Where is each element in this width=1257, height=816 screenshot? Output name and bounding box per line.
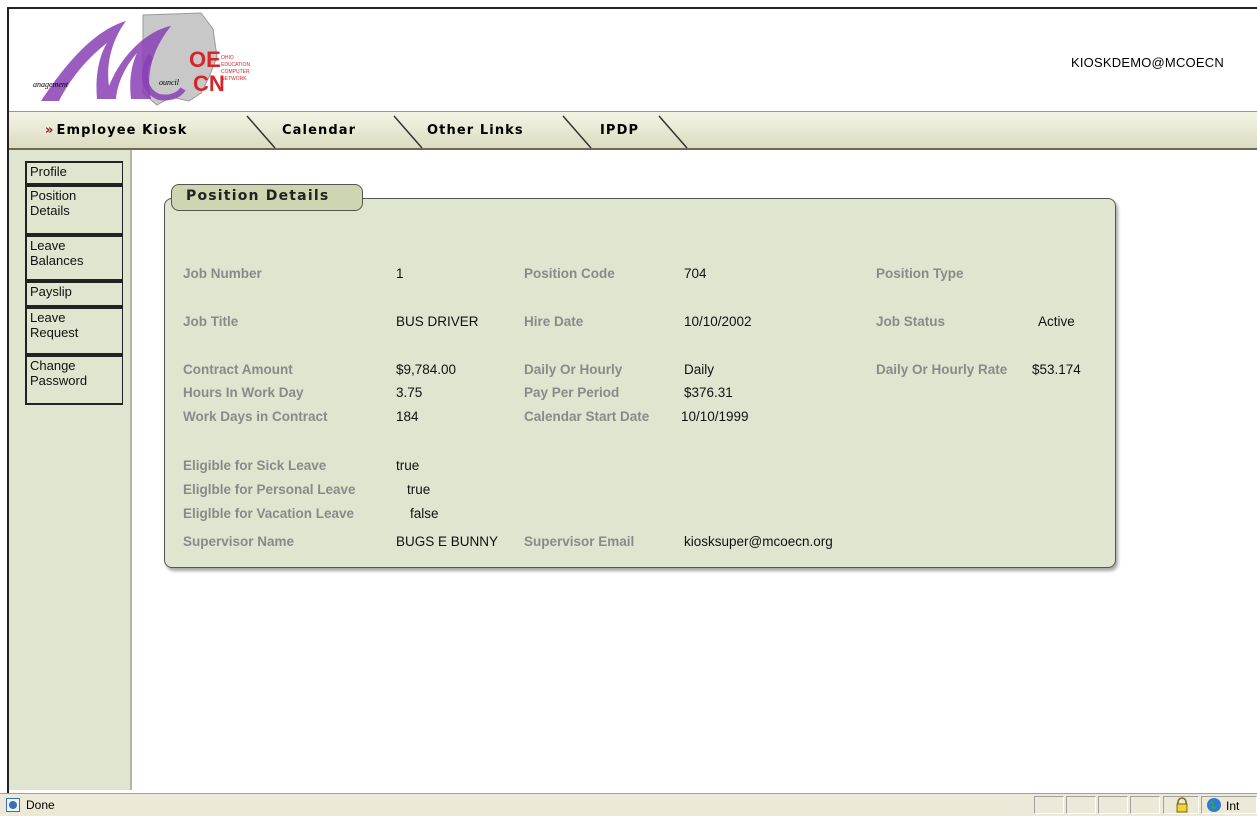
main-nav: » Employee Kiosk Calendar Other Links IP… (9, 111, 1257, 150)
pay-per-period-label: Pay Per Period (524, 385, 620, 400)
logo-oecn-line-2: EDUCATION (221, 62, 250, 68)
sidebar-item-position-details[interactable]: Position Details (25, 185, 123, 235)
sidebar-item-profile[interactable]: Profile (25, 161, 123, 185)
panel-title: Position Details (171, 184, 363, 211)
status-cell (1130, 796, 1160, 814)
position-type-label: Position Type (876, 266, 964, 281)
job-title-value: BUS DRIVER (396, 314, 479, 329)
status-cell (1066, 796, 1096, 814)
hours-label: Hours In Work Day (183, 385, 304, 400)
supervisor-name-label: Supervisor Name (183, 534, 295, 549)
job-number-value: 1 (396, 266, 404, 281)
pay-per-period-value: $376.31 (684, 385, 733, 400)
sidebar-item-label: Leave (30, 310, 66, 325)
calendar-start-label: Calendar Start Date (524, 409, 650, 424)
user-email: KIOSKDEMO@MCOECN (1071, 55, 1224, 70)
job-status-label: Job Status (876, 314, 946, 329)
hire-date-label: Hire Date (524, 314, 584, 329)
status-text: Done (26, 798, 55, 812)
sidebar-item-label: Leave (30, 238, 66, 253)
sidebar-item-label: Change (30, 358, 76, 373)
work-days-label: Work Days in Contract (183, 409, 328, 424)
lock-icon (1176, 797, 1188, 813)
logo-oecn-line-1: OHIO (221, 55, 234, 61)
header: anagement ouncil OE CN OHIO EDUCATION CO… (9, 9, 1257, 111)
vacation-leave-label: Eliglble for Vacation Leave (183, 506, 355, 521)
rate-value: $53.174 (1032, 362, 1081, 377)
supervisor-name-value: BUGS E BUNNY (396, 534, 499, 549)
sick-leave-value: true (396, 458, 420, 473)
position-code-value: 704 (684, 266, 707, 281)
daily-or-hourly-label: Daily Or Hourly (524, 362, 623, 377)
personal-leave-value: true (407, 482, 431, 497)
rate-label: Daily Or Hourly Rate (876, 362, 1008, 377)
active-tab-marker: » (45, 123, 55, 138)
status-bar: Done Int (0, 793, 1257, 816)
internet-globe-icon (1207, 798, 1221, 812)
tab-other-links[interactable]: Other Links (427, 112, 524, 149)
lock-cell (1163, 796, 1199, 814)
sidebar-item-label: Password (30, 373, 88, 388)
personal-leave-label: Eliglble for Personal Leave (183, 482, 356, 497)
status-cell (1034, 796, 1064, 814)
zone-label: Int (1226, 799, 1240, 813)
mcoecn-logo: anagement ouncil OE CN OHIO EDUCATION CO… (31, 11, 271, 107)
contract-amount-label: Contract Amount (183, 362, 293, 377)
sidebar-item-label: Profile (30, 164, 67, 179)
job-number-label: Job Number (183, 266, 262, 281)
contract-amount-value: $9,784.00 (396, 362, 457, 377)
calendar-start-value: 10/10/1999 (681, 409, 749, 424)
logo-oecn-line-3: COMPUTER (221, 69, 250, 75)
sick-leave-label: Eligible for Sick Leave (183, 458, 327, 473)
job-title-label: Job Title (183, 314, 239, 329)
sidebar-item-label: Balances (30, 253, 84, 268)
tab-label: Employee Kiosk (56, 123, 188, 138)
svg-text:CN: CN (193, 71, 225, 96)
position-code-label: Position Code (524, 266, 615, 281)
sidebar-item-label: Payslip (30, 284, 72, 299)
status-cell (1098, 796, 1128, 814)
tab-calendar[interactable]: Calendar (282, 112, 356, 149)
job-status-value: Active (1038, 314, 1075, 329)
sidebar-item-label: Details (30, 203, 70, 218)
zone-cell: Int (1201, 796, 1257, 814)
logo-script-right: ouncil (159, 78, 180, 87)
page-icon (6, 798, 20, 812)
svg-text:OE: OE (189, 47, 221, 72)
tab-divider (562, 115, 592, 149)
daily-or-hourly-value: Daily (684, 362, 715, 377)
tab-divider (393, 115, 423, 149)
sidebar-item-label: Position (30, 188, 77, 203)
sidebar-item-label: Request (30, 325, 79, 340)
tab-employee-kiosk[interactable]: » Employee Kiosk (45, 112, 188, 149)
supervisor-email-value: kiosksuper@mcoecn.org (684, 534, 833, 549)
sidebar-item-change-password[interactable]: Change Password (25, 355, 123, 405)
tab-divider (658, 115, 688, 149)
tab-ipdp[interactable]: IPDP (600, 112, 639, 149)
logo-oecn-line-4: NETWORK (221, 76, 247, 82)
logo-script-left: anagement (33, 80, 69, 89)
sidebar-item-payslip[interactable]: Payslip (25, 281, 123, 307)
work-days-value: 184 (396, 409, 419, 424)
tab-divider (246, 115, 276, 149)
sidebar-item-leave-balances[interactable]: Leave Balances (25, 235, 123, 281)
supervisor-email-label: Supervisor Email (524, 534, 635, 549)
hours-value: 3.75 (396, 385, 423, 400)
vacation-leave-value: false (410, 506, 439, 521)
hire-date-value: 10/10/2002 (684, 314, 752, 329)
sidebar-item-leave-request[interactable]: Leave Request (25, 307, 123, 355)
